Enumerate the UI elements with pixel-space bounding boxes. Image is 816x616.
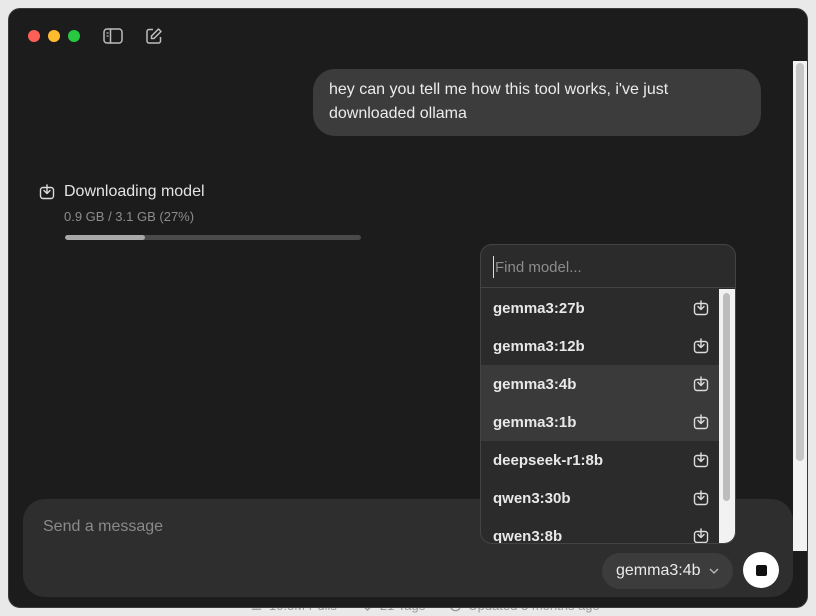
download-title: Downloading model	[64, 183, 205, 200]
chat-scrollbar[interactable]	[793, 61, 807, 551]
chat-scrollbar-thumb[interactable]	[796, 63, 804, 461]
model-option-label: gemma3:4b	[493, 375, 577, 393]
model-option-label: qwen3:8b	[493, 527, 563, 544]
model-search-area	[481, 245, 735, 288]
model-option[interactable]: qwen3:30b	[481, 479, 719, 517]
model-option[interactable]: deepseek-r1:8b	[481, 441, 719, 479]
download-model-icon[interactable]	[693, 528, 709, 543]
chevron-down-icon	[709, 568, 718, 574]
download-model-icon[interactable]	[693, 338, 709, 354]
window-controls	[28, 30, 80, 42]
download-model-icon[interactable]	[693, 452, 709, 468]
stop-icon	[755, 564, 767, 576]
selected-model-label: gemma3:4b	[616, 562, 701, 579]
download-model-icon[interactable]	[693, 414, 709, 430]
download-model-icon[interactable]	[693, 300, 709, 316]
close-window-button[interactable]	[28, 30, 40, 42]
model-option-label: gemma3:1b	[493, 413, 577, 431]
compose-icon	[146, 28, 162, 44]
model-option[interactable]: qwen3:8b	[481, 517, 719, 544]
model-option[interactable]: gemma3:4b	[481, 365, 719, 403]
model-option[interactable]: gemma3:12b	[481, 327, 719, 365]
model-search-input[interactable]	[493, 256, 713, 278]
stop-generation-button[interactable]	[743, 552, 779, 588]
download-model-icon[interactable]	[693, 490, 709, 506]
sidebar-icon	[103, 28, 123, 44]
model-option-label: qwen3:30b	[493, 489, 571, 507]
model-option-label: deepseek-r1:8b	[493, 451, 604, 469]
minimize-window-button[interactable]	[48, 30, 60, 42]
download-model-icon[interactable]	[693, 376, 709, 392]
download-progress-text: 0.9 GB / 3.1 GB (27%)	[64, 209, 195, 224]
new-chat-button[interactable]	[144, 26, 164, 46]
model-list-scrollbar[interactable]	[719, 289, 735, 543]
download-icon	[39, 184, 55, 200]
message-input[interactable]	[43, 515, 543, 539]
user-message-bubble: hey can you tell me how this tool works,…	[313, 69, 761, 136]
user-message-text: hey can you tell me how this tool works,…	[329, 81, 669, 122]
model-option-label: gemma3:27b	[493, 299, 585, 317]
app-window: hey can you tell me how this tool works,…	[8, 8, 808, 608]
download-status: Downloading model	[39, 183, 205, 201]
model-list: gemma3:27b gemma3:12b gemma3:4b gemma3:1b de…	[481, 289, 719, 544]
download-progress-bar	[65, 235, 361, 240]
model-selector-button[interactable]: gemma3:4b	[602, 553, 733, 589]
model-picker-dropdown: gemma3:27b gemma3:12b gemma3:4b gemma3:1b de…	[480, 244, 736, 544]
model-option[interactable]: gemma3:27b	[481, 289, 719, 327]
model-option-label: gemma3:12b	[493, 337, 585, 355]
toggle-sidebar-button[interactable]	[103, 26, 123, 46]
model-list-scrollbar-thumb[interactable]	[723, 293, 730, 501]
model-option[interactable]: gemma3:1b	[481, 403, 719, 441]
zoom-window-button[interactable]	[68, 30, 80, 42]
download-progress-fill	[65, 235, 145, 240]
